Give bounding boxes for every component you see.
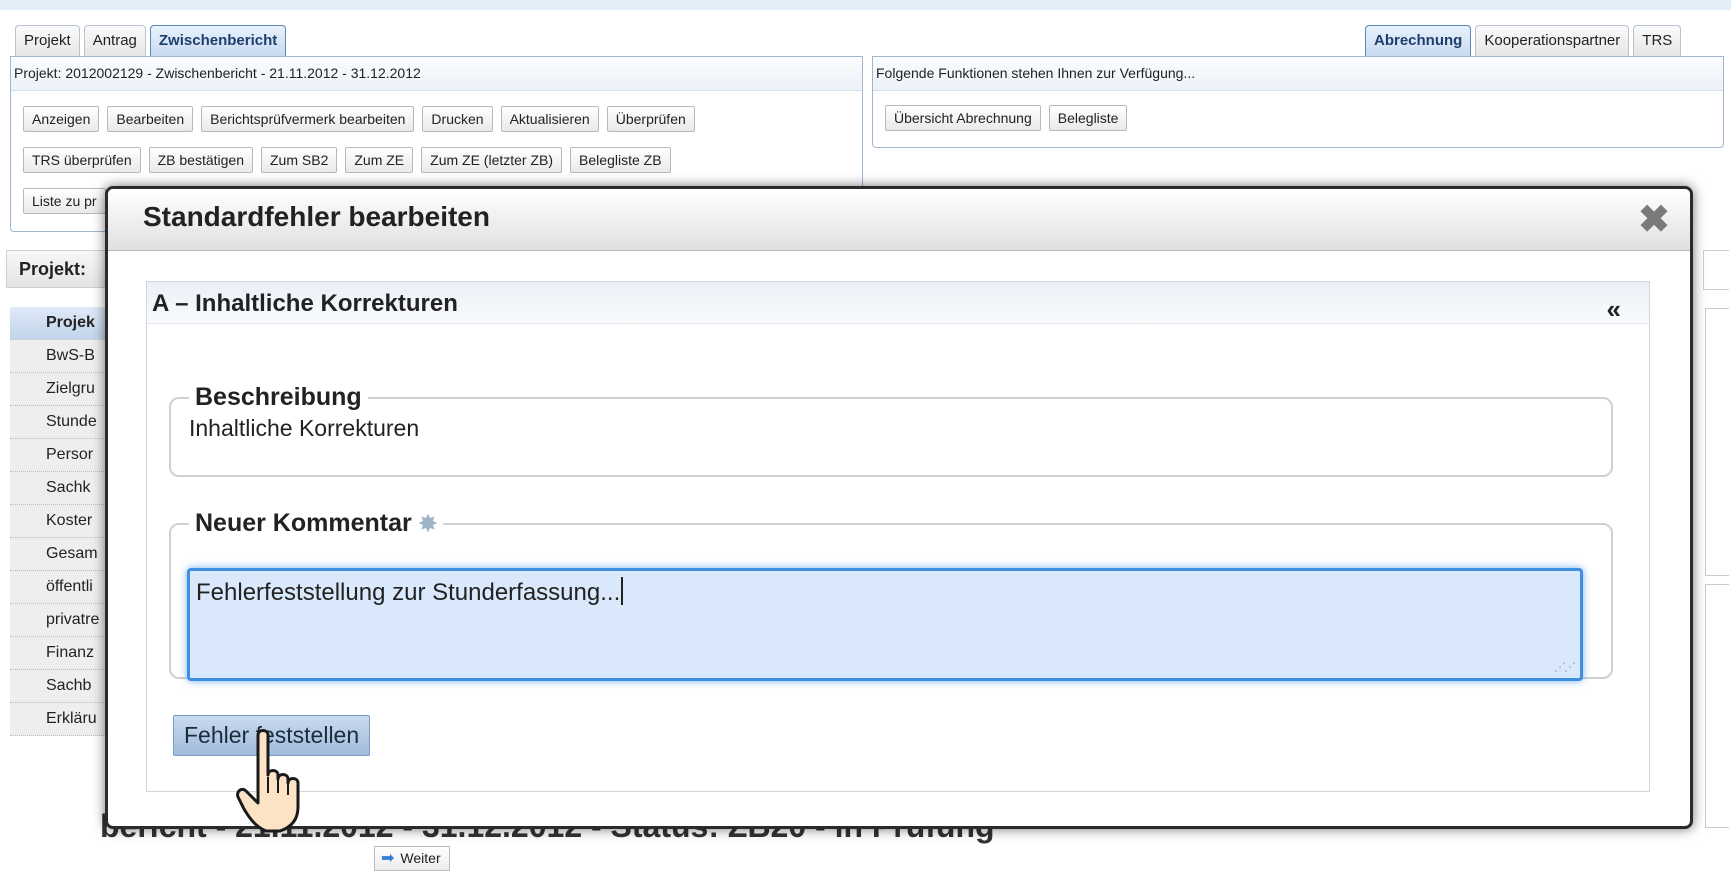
beschreibung-legend: Beschreibung	[195, 383, 362, 411]
berichtspruefvermerk-button[interactable]: Berichtsprüfvermerk bearbeiten	[201, 106, 415, 132]
nav-item[interactable]: privatre	[10, 604, 120, 637]
background-panel-edge	[1705, 308, 1729, 576]
abrechnung-panel: Folgende Funktionen stehen Ihnen zur Ver…	[872, 56, 1724, 148]
nav-item[interactable]: Sachk	[10, 472, 120, 505]
trs-ueberpruefen-button[interactable]: TRS überprüfen	[23, 147, 141, 173]
panel-header: Folgende Funktionen stehen Ihnen zur Ver…	[873, 57, 1723, 91]
uebersicht-abrechnung-button[interactable]: Übersicht Abrechnung	[885, 105, 1041, 131]
ueberpruefen-button[interactable]: Überprüfen	[606, 106, 695, 132]
kommentar-legend: Neuer Kommentar ✸	[189, 509, 443, 538]
nav-item[interactable]: Stunde	[10, 406, 120, 439]
nav-item[interactable]: Persor	[10, 439, 120, 472]
nav-item[interactable]: Zielgru	[10, 373, 120, 406]
kommentar-value: Fehlerfeststellung zur Stunderfassung...	[196, 579, 621, 606]
project-nav-list: Projek BwS-B Zielgru Stunde Persor Sachk…	[10, 307, 120, 736]
section-title: A – Inhaltliche Korrekturen	[152, 290, 458, 317]
kommentar-textarea[interactable]: Fehlerfeststellung zur Stunderfassung...…	[187, 568, 1583, 681]
resize-grip-icon[interactable]: ⋰⋰	[1554, 660, 1576, 674]
zum-sb2-button[interactable]: Zum SB2	[261, 147, 338, 173]
zb-bestaetigen-button[interactable]: ZB bestätigen	[148, 147, 253, 173]
tab-antrag[interactable]: Antrag	[83, 25, 146, 56]
standardfehler-dialog: Standardfehler bearbeiten ✖ A – Inhaltli…	[105, 186, 1693, 829]
nav-item[interactable]: Gesam	[10, 538, 120, 571]
kommentar-legend-label: Neuer Kommentar	[195, 509, 412, 537]
required-star-icon: ✸	[418, 511, 438, 536]
arrow-right-icon: ➡	[381, 850, 395, 867]
anzeigen-button[interactable]: Anzeigen	[23, 106, 100, 132]
section-header[interactable]: A – Inhaltliche Korrekturen «	[147, 282, 1649, 324]
belegliste-button[interactable]: Belegliste	[1048, 105, 1128, 131]
tab-kooperationspartner[interactable]: Kooperationspartner	[1475, 25, 1630, 56]
beschreibung-text: Inhaltliche Korrekturen	[189, 415, 420, 441]
hand-pointer-icon	[236, 729, 300, 833]
aktualisieren-button[interactable]: Aktualisieren	[500, 106, 599, 132]
background-panel-edge	[1703, 250, 1729, 290]
nav-item[interactable]: Finanz	[10, 637, 120, 670]
tab-zwischenbericht[interactable]: Zwischenbericht	[149, 25, 287, 56]
beschreibung-fieldset: Beschreibung Inhaltliche Korrekturen	[169, 383, 1613, 477]
tab-abrechnung[interactable]: Abrechnung	[1365, 25, 1472, 56]
zum-ze-letzter-zb-button[interactable]: Zum ZE (letzter ZB)	[421, 147, 563, 173]
left-tab-bar: Projekt Antrag Zwischenbericht	[15, 25, 287, 56]
zum-ze-button[interactable]: Zum ZE	[345, 147, 414, 173]
abrechnung-button-row: Übersicht Abrechnung Belegliste	[873, 105, 1723, 131]
nav-item[interactable]: Erkläru	[10, 703, 120, 736]
nav-item[interactable]: Sachb	[10, 670, 120, 703]
button-row-2: TRS überprüfen ZB bestätigen Zum SB2 Zum…	[11, 147, 862, 173]
dialog-title: Standardfehler bearbeiten	[143, 201, 490, 232]
panel-header: Projekt: 2012002129 - Zwischenbericht - …	[11, 57, 862, 91]
tab-projekt[interactable]: Projekt	[15, 25, 80, 56]
close-icon[interactable]: ✖	[1638, 201, 1670, 239]
bearbeiten-button[interactable]: Bearbeiten	[107, 106, 194, 132]
text-caret	[621, 577, 624, 605]
collapse-icon[interactable]: «	[1607, 294, 1621, 325]
korrekturen-section: A – Inhaltliche Korrekturen « Beschreibu…	[146, 281, 1650, 792]
nav-item[interactable]: Projek	[10, 307, 120, 340]
weiter-button[interactable]: ➡ Weiter	[374, 846, 450, 871]
button-row-1: Anzeigen Bearbeiten Berichtsprüfvermerk …	[11, 106, 862, 132]
right-tab-bar: Abrechnung Kooperationspartner TRS	[1365, 25, 1682, 56]
top-strip	[0, 0, 1731, 10]
nav-item[interactable]: BwS-B	[10, 340, 120, 373]
nav-item[interactable]: öffentli	[10, 571, 120, 604]
nav-item[interactable]: Koster	[10, 505, 120, 538]
drucken-button[interactable]: Drucken	[422, 106, 493, 132]
dialog-header: Standardfehler bearbeiten ✖	[108, 189, 1690, 251]
belegliste-zb-button[interactable]: Belegliste ZB	[570, 147, 671, 173]
liste-zu-pruefen-button[interactable]: Liste zu pr	[23, 188, 106, 214]
background-panel-edge	[1705, 584, 1729, 828]
weiter-label: Weiter	[400, 850, 441, 866]
tab-trs[interactable]: TRS	[1633, 25, 1682, 56]
kommentar-fieldset: Neuer Kommentar ✸ Fehlerfeststellung zur…	[169, 509, 1613, 681]
